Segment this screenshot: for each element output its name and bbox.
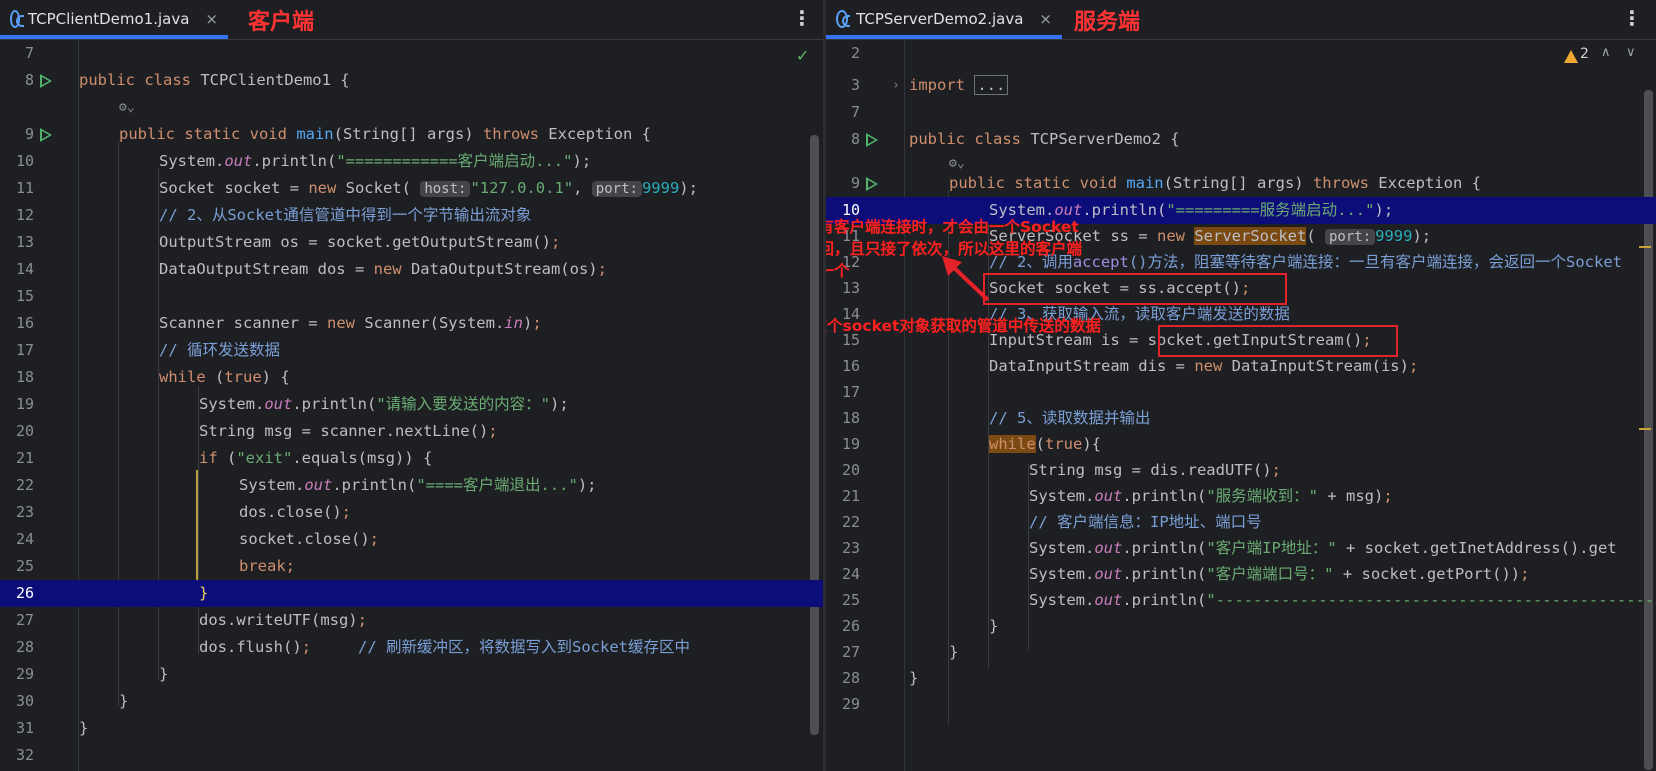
code-line: 22// 客户端信息：IP地址、端口号 bbox=[841, 513, 1262, 531]
close-tab-icon[interactable]: × bbox=[205, 10, 218, 28]
tab-tcpserverdemo2[interactable]: TCPServerDemo2.java × bbox=[826, 0, 1062, 39]
code-line: 23 dos.close(); bbox=[15, 503, 351, 521]
code-line: 3 › import ... bbox=[826, 72, 1656, 99]
run-main-icon[interactable] bbox=[40, 128, 52, 142]
code-line: 8 public class TCPServerDemo2 { bbox=[850, 130, 1180, 148]
code-line: 13 OutputStream os = socket.getOutputStre… bbox=[15, 233, 561, 251]
server-editor-pane: TCPServerDemo2.java × 服务端 ⋮ 2 ∧ ∨ 2 3 › im… bbox=[826, 0, 1656, 771]
ai-assist-icon[interactable]: ⚙⌄ bbox=[119, 94, 135, 121]
code-line: 20 String msg = scanner.nextLine(); bbox=[15, 422, 498, 440]
server-annotation: 服务端 bbox=[1074, 10, 1141, 35]
code-line: 32 bbox=[15, 746, 34, 764]
code-line: 26} bbox=[841, 617, 999, 635]
run-main-icon[interactable] bbox=[866, 177, 878, 191]
code-line: 31} bbox=[15, 719, 89, 737]
client-editor-pane: TCPClientDemo1.java × 客户端 ⋮ ✓ 7 8 public … bbox=[0, 0, 823, 771]
code-line: 30} bbox=[15, 692, 129, 710]
code-line: 8 public class TCPClientDemo1 { bbox=[24, 71, 350, 89]
code-line: 11 Socket socket = new Socket( host: "127.… bbox=[15, 179, 698, 197]
run-class-icon[interactable] bbox=[866, 133, 878, 147]
folded-imports[interactable]: ... bbox=[974, 75, 1009, 95]
code-line: 28 dos.flush();// 刷新缓冲区，将数据写入到Socket缓存区中 bbox=[15, 638, 690, 656]
code-line: 23 System.out.println("客户端IP地址：" + socket… bbox=[841, 539, 1617, 557]
code-line: 29} bbox=[15, 665, 169, 683]
code-line: 17// 循环发送数据 bbox=[15, 341, 280, 359]
param-hint: port: bbox=[1324, 229, 1376, 245]
client-tab-bar: TCPClientDemo1.java × 客户端 ⋮ bbox=[0, 0, 823, 40]
client-annotation: 客户端 bbox=[248, 10, 315, 35]
active-tab-indicator bbox=[0, 35, 228, 39]
tab-label: TCPServerDemo2.java bbox=[856, 9, 1024, 28]
code-line: 24 socket.close(); bbox=[15, 530, 379, 548]
param-hint: port: bbox=[591, 181, 642, 197]
more-options-icon[interactable]: ⋮ bbox=[792, 6, 812, 30]
code-line: 2 bbox=[850, 44, 860, 62]
code-line: 9 public static void main(String[] args) … bbox=[850, 174, 1481, 192]
code-line: 24 System.out.println("客户端端口号：" + socket.… bbox=[841, 565, 1530, 583]
code-line: 16 DataInputStream dis = new DataInputStr… bbox=[841, 357, 1419, 375]
server-code-area[interactable]: 2 ∧ ∨ 2 3 › import ... 7 8 public class TCP… bbox=[826, 40, 1656, 771]
code-line: 12// 2、从Socket通信管道中得到一个字节输出流对象 bbox=[15, 206, 532, 224]
current-code-line: 26} bbox=[0, 580, 823, 607]
code-line: 14 DataOutputStream dos = new DataOutputS… bbox=[15, 260, 607, 278]
code-line: 22 System.out.println("====客户端退出..."); bbox=[15, 476, 597, 494]
more-options-icon[interactable]: ⋮ bbox=[1622, 6, 1642, 30]
code-line: 18 while (true) { bbox=[15, 368, 290, 386]
tab-label: TCPClientDemo1.java bbox=[27, 9, 190, 28]
code-line: 21 System.out.println("服务端收到：" + msg); bbox=[841, 487, 1393, 505]
code-line: 28} bbox=[841, 669, 919, 687]
code-line: 17 bbox=[841, 383, 860, 401]
code-line: 7 bbox=[850, 103, 860, 121]
input-stream-highlight bbox=[1158, 325, 1398, 357]
java-class-icon bbox=[10, 9, 24, 28]
code-line: 29 bbox=[841, 695, 860, 713]
close-tab-icon[interactable]: × bbox=[1039, 10, 1052, 28]
code-line: 27 dos.writeUTF(msg); bbox=[15, 611, 367, 629]
client-code-area[interactable]: ✓ 7 8 public class TCPClientDemo1 { ⚙⌄ 9p… bbox=[0, 40, 823, 771]
code-line: 10 System.out.println("============客户端启动.… bbox=[15, 152, 592, 170]
code-line: 9 public static void main(String[] args) … bbox=[24, 125, 651, 143]
code-line: 18// 5、读取数据并输出 bbox=[841, 409, 1151, 427]
code-line: 25 System.out.println("------------------… bbox=[841, 591, 1656, 609]
run-class-icon[interactable] bbox=[40, 74, 52, 88]
stream-note: 后面也是用这个socket对象获取的管道中传送的数据 bbox=[826, 317, 1101, 335]
active-tab-indicator bbox=[826, 35, 1062, 39]
param-hint: host: bbox=[420, 181, 471, 197]
expand-fold-icon[interactable]: › bbox=[892, 72, 900, 99]
tab-tcpclientdemo1[interactable]: TCPClientDemo1.java × bbox=[0, 0, 228, 39]
code-line: 15 bbox=[15, 287, 34, 305]
code-line: 27} bbox=[841, 643, 959, 661]
server-tab-bar: TCPServerDemo2.java × 服务端 ⋮ bbox=[826, 0, 1656, 40]
code-line: 16 Scanner scanner = new Scanner(System.i… bbox=[15, 314, 542, 332]
code-line: 25 break; bbox=[15, 557, 296, 575]
code-line: 7 bbox=[24, 44, 34, 62]
java-class-icon bbox=[836, 9, 851, 28]
code-line: 20 String msg = dis.readUTF(); bbox=[841, 461, 1281, 479]
accept-note: 这里是有客户端连接时，才会由一个Socket 对象返回，且只接了依次，所以这里的… bbox=[826, 218, 1083, 280]
code-line: 19 System.out.println("请输入要发送的内容："); bbox=[15, 395, 569, 413]
code-line: 21 if ("exit".equals(msg)) { bbox=[15, 449, 433, 467]
code-line: 19 while(true){ bbox=[841, 435, 1102, 453]
code-line: ⚙⌄ bbox=[0, 94, 823, 121]
